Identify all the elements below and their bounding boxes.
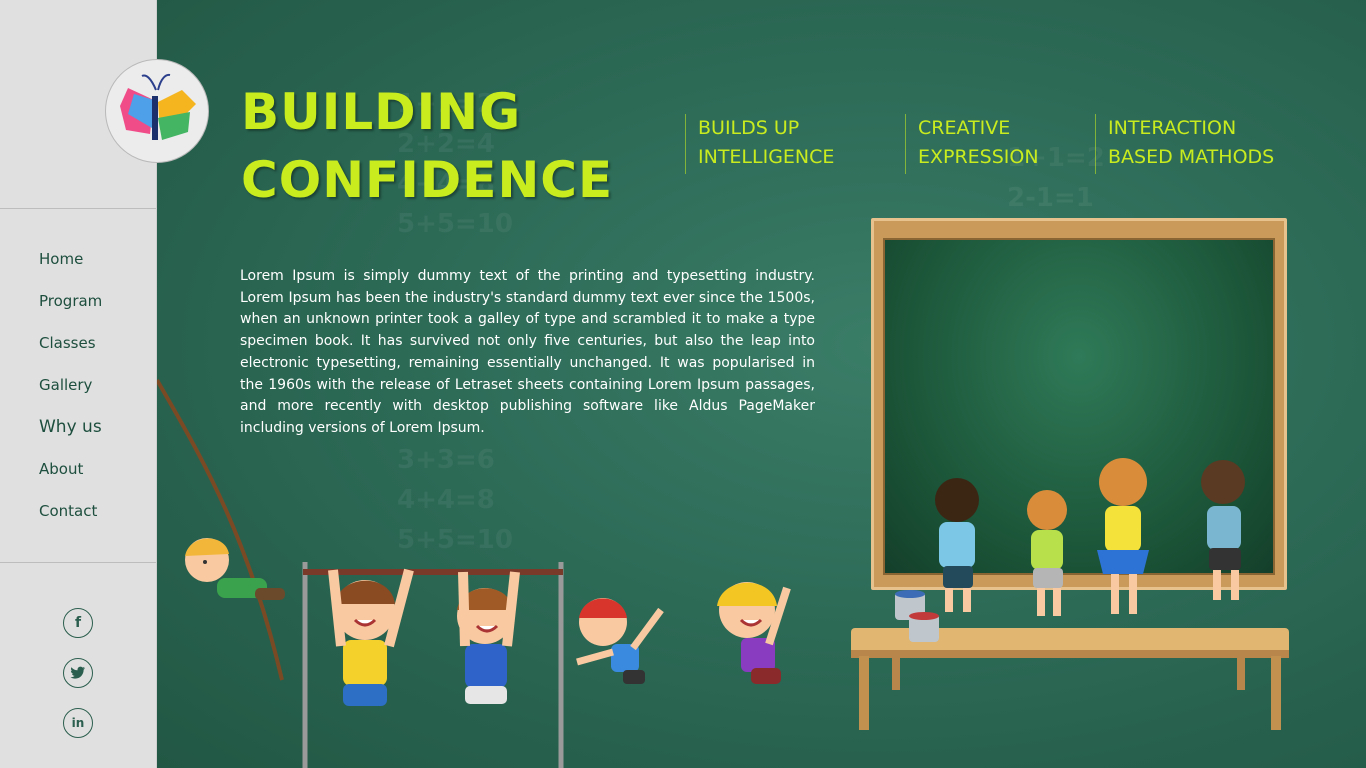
kid-hanging-1 [328, 568, 414, 706]
feature-creative: CREATIVE EXPRESSION [905, 114, 1093, 174]
chalkboard-surface [883, 238, 1275, 575]
chalk-equations-2: 3+3=6 4+4=8 5+5=10 [397, 445, 513, 555]
feature-line: EXPRESSION [918, 146, 1039, 168]
feature-intelligence: BUILDS UP INTELLIGENCE [685, 114, 873, 174]
nav-item-why-us[interactable]: Why us [39, 406, 102, 448]
facebook-glyph: f [74, 615, 82, 631]
feature-interaction: INTERACTION BASED MATHODS [1095, 114, 1318, 174]
facebook-icon[interactable]: f [63, 608, 93, 638]
linkedin-icon[interactable]: in [63, 708, 93, 738]
linkedin-glyph: in [71, 716, 85, 730]
feature-line: INTELLIGENCE [698, 146, 835, 168]
sidebar-divider-top [0, 208, 156, 209]
feature-line: BUILDS UP [698, 117, 800, 139]
twitter-icon[interactable] [63, 658, 93, 688]
hero-description: Lorem Ipsum is simply dummy text of the … [240, 268, 815, 436]
nav-item-classes[interactable]: Classes [39, 322, 102, 364]
kid-hanging-2 [457, 571, 520, 704]
hero-section: 1+1=2 2+2=4 4+4=8 5+5=10 3+3=6 4+4=8 5+5… [157, 0, 1366, 768]
kid-dancing [576, 598, 664, 684]
nav-item-program[interactable]: Program [39, 280, 102, 322]
nav-item-contact[interactable]: Contact [39, 490, 102, 532]
nav-item-about[interactable]: About [39, 448, 102, 490]
twitter-bird-glyph [70, 666, 85, 679]
chalkboard-illustration [871, 218, 1287, 590]
nav-item-home[interactable]: Home [39, 238, 102, 280]
kid-on-rope [185, 538, 285, 600]
title-line-2: CONFIDENCE [241, 151, 614, 209]
feature-line: CREATIVE [918, 117, 1011, 139]
title-line-1: BUILDING [241, 83, 522, 141]
main-nav: Home Program Classes Gallery Why us Abou… [39, 238, 102, 532]
logo[interactable] [105, 59, 209, 163]
sidebar-divider-bottom [0, 562, 156, 563]
feature-line: BASED MATHODS [1108, 146, 1275, 168]
butterfly-book-icon [120, 73, 196, 140]
feature-line: INTERACTION [1108, 117, 1237, 139]
nav-item-gallery[interactable]: Gallery [39, 364, 102, 406]
kid-with-cap [717, 582, 791, 684]
page-title: BUILDING CONFIDENCE [241, 78, 613, 214]
